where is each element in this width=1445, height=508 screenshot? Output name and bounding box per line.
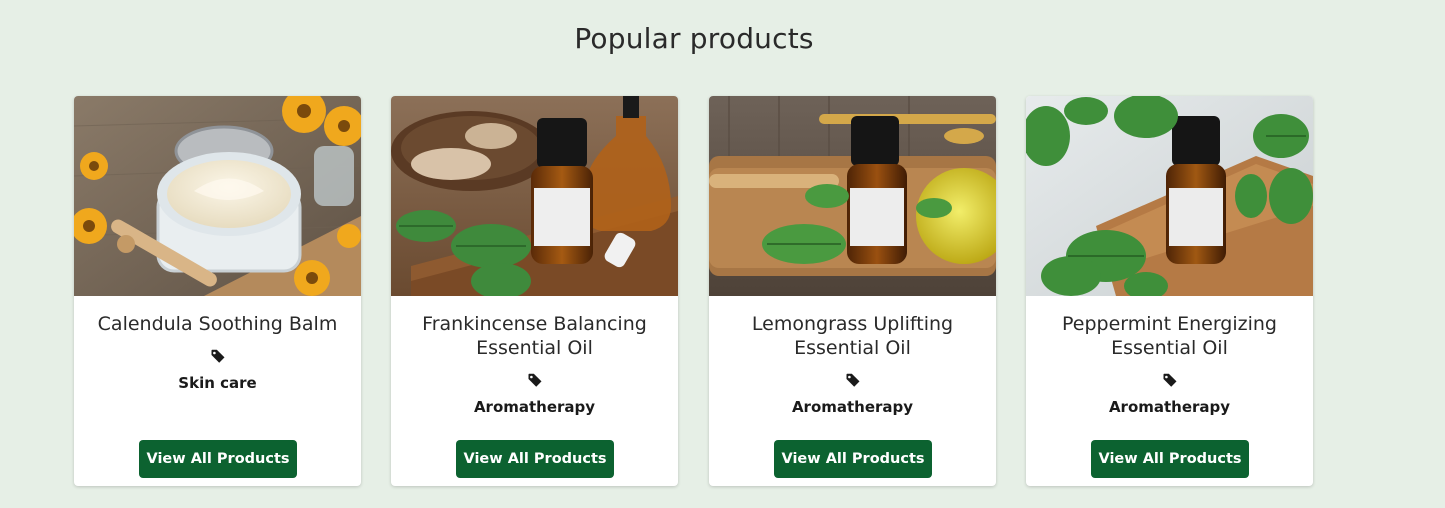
tag-icon [1163,373,1176,387]
tag-icon [211,349,224,363]
product-title[interactable]: Lemongrass Uplifting Essential Oil [719,312,986,360]
product-category: Aromatherapy [1108,398,1231,416]
product-card-frankincense[interactable]: Frankincense Balancing Essential Oil Aro… [391,96,678,486]
lemongrass-oil-bottle-photo [709,96,996,296]
product-image[interactable] [1026,96,1313,296]
product-category: Aromatherapy [473,398,596,416]
view-all-products-button[interactable]: View All Products [456,440,614,478]
product-card-calendula[interactable]: Calendula Soothing Balm Skin care View A… [74,96,361,486]
product-image[interactable] [709,96,996,296]
view-all-products-button[interactable]: View All Products [1091,440,1249,478]
product-image[interactable] [74,96,361,296]
tag-icon [846,373,859,387]
product-title[interactable]: Frankincense Balancing Essential Oil [401,312,668,360]
product-category: Aromatherapy [791,398,914,416]
view-all-products-button[interactable]: View All Products [139,440,297,478]
product-card-lemongrass[interactable]: Lemongrass Uplifting Essential Oil Aroma… [709,96,996,486]
product-card-peppermint[interactable]: Peppermint Energizing Essential Oil Arom… [1026,96,1313,486]
section-title: Popular products [574,22,814,55]
product-image[interactable] [391,96,678,296]
calendula-balm-jar-photo [74,96,361,296]
product-category: Skin care [178,374,257,392]
view-all-products-button[interactable]: View All Products [774,440,932,478]
tag-icon [528,373,541,387]
frankincense-oil-bottle-photo [391,96,678,296]
product-title[interactable]: Calendula Soothing Balm [84,312,351,336]
product-title[interactable]: Peppermint Energizing Essential Oil [1036,312,1303,360]
peppermint-oil-bottle-photo [1026,96,1313,296]
